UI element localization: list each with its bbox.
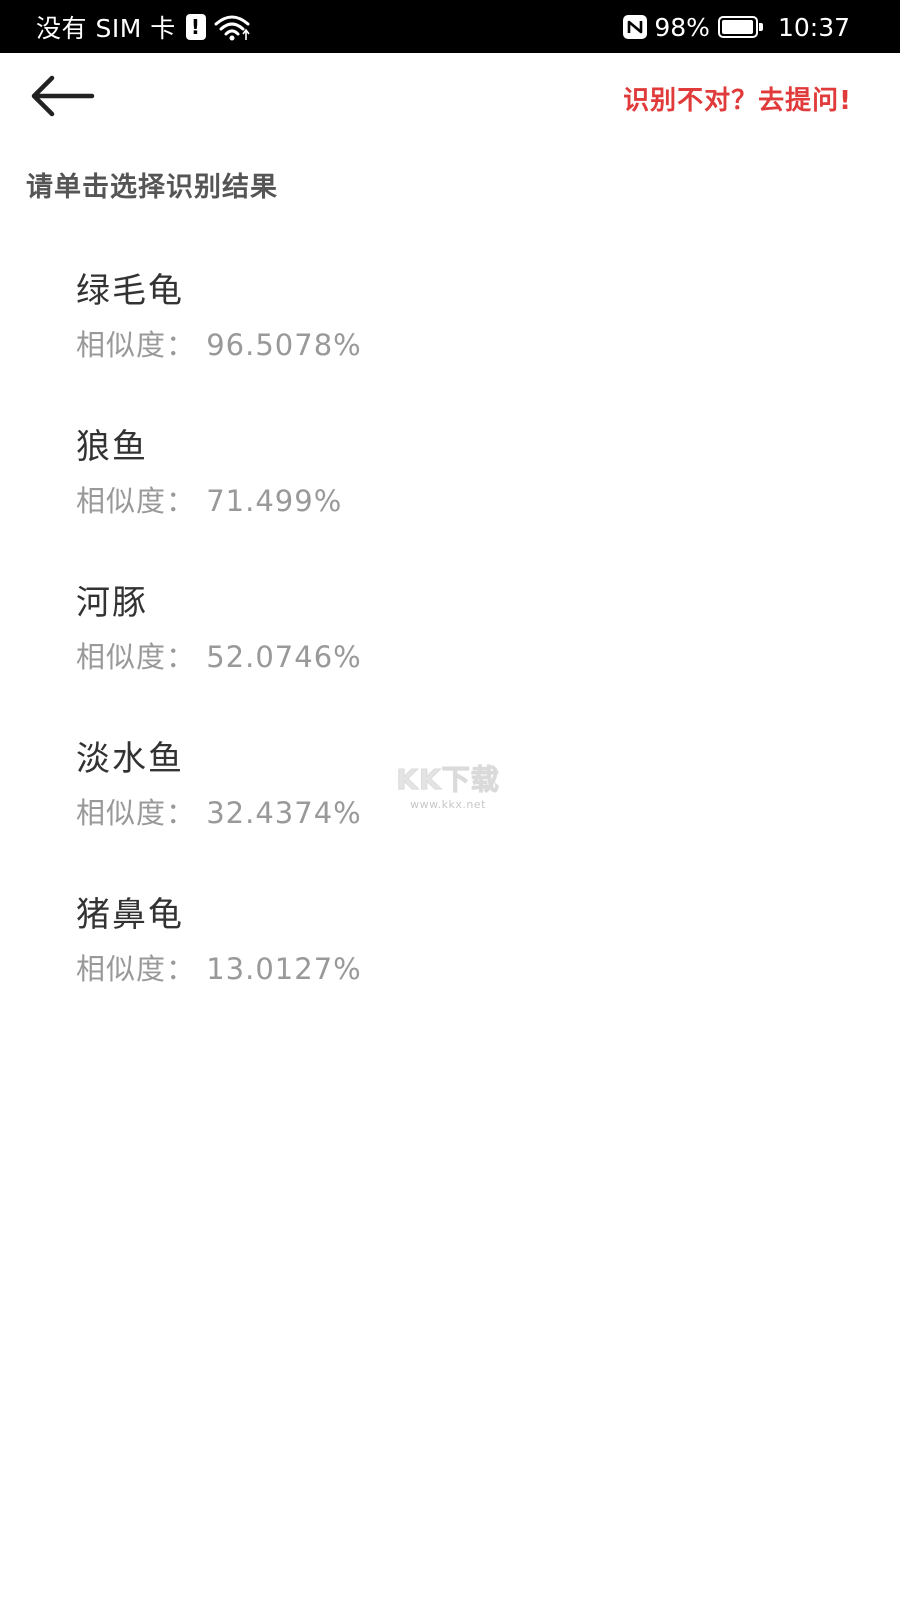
result-name: 猪鼻龟 xyxy=(76,895,184,935)
watermark-logo: KK下载 xyxy=(396,763,500,797)
battery-icon xyxy=(717,16,764,38)
result-name: 狼鱼 xyxy=(76,427,148,467)
ask-question-link[interactable]: 识别不对？去提问! xyxy=(623,80,852,117)
sim-alert-icon xyxy=(185,14,206,40)
carrier-text: 没有 SIM 卡 xyxy=(36,14,176,43)
result-item[interactable]: 狼鱼 相似度： 71.499% xyxy=(76,421,856,577)
back-button[interactable] xyxy=(26,70,98,122)
result-name: 河豚 xyxy=(76,583,148,623)
status-right: 98% 10:37 xyxy=(622,9,850,45)
result-name: 绿毛龟 xyxy=(76,271,184,311)
result-item[interactable]: 绿毛龟 相似度： 96.5078% xyxy=(76,265,856,421)
status-bar: 没有 SIM 卡 98% 10:37 xyxy=(0,0,900,53)
arrow-left-icon xyxy=(31,75,95,117)
result-item[interactable]: 河豚 相似度： 52.0746% xyxy=(76,577,856,733)
result-similarity: 相似度： 96.5078% xyxy=(76,328,362,362)
result-similarity: 相似度： 52.0746% xyxy=(76,640,362,674)
clock: 10:37 xyxy=(777,12,850,42)
result-list: 绿毛龟 相似度： 96.5078% 狼鱼 相似度： 71.499% 河豚 相似度… xyxy=(76,265,856,1045)
nfc-icon xyxy=(623,15,648,39)
watermark: KK下载 www.kkx.net xyxy=(388,758,508,812)
page-instruction: 请单击选择识别结果 xyxy=(26,172,278,203)
result-similarity: 相似度： 71.499% xyxy=(76,484,343,518)
status-left: 没有 SIM 卡 xyxy=(36,9,252,45)
result-similarity: 相似度： 13.0127% xyxy=(76,952,362,986)
result-item[interactable]: 猪鼻龟 相似度： 13.0127% xyxy=(76,889,856,1045)
result-item[interactable]: 淡水鱼 相似度： 32.4374% xyxy=(76,733,856,889)
wifi-icon xyxy=(214,15,250,41)
battery-percent: 98% xyxy=(654,12,710,42)
watermark-url: www.kkx.net xyxy=(410,798,486,811)
